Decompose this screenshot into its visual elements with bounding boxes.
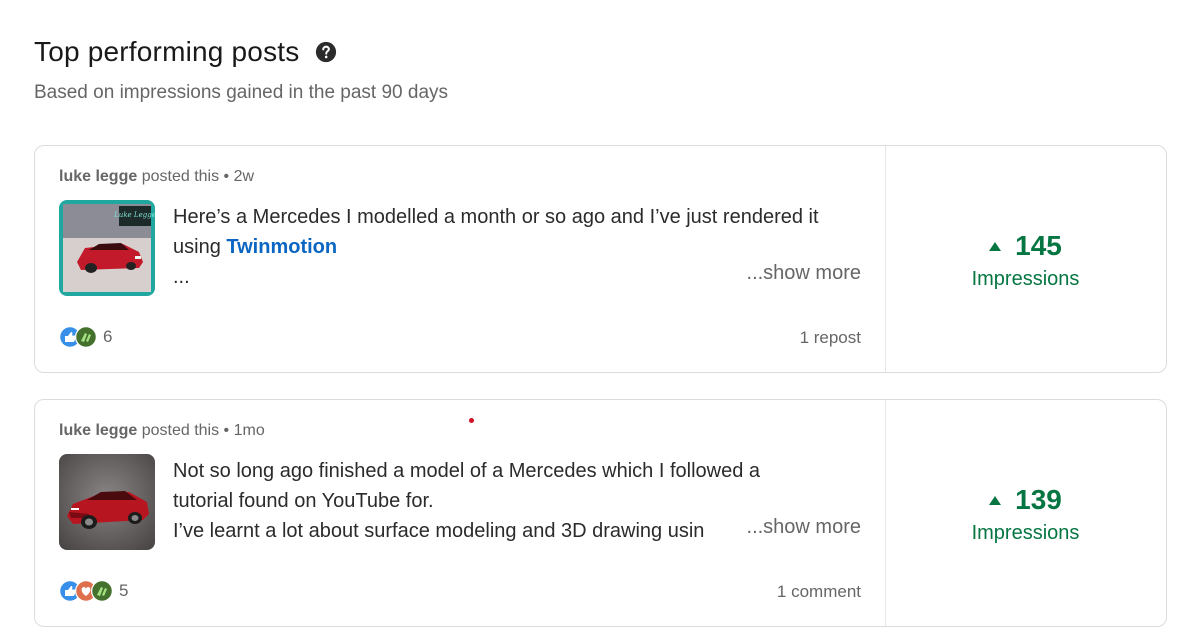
impressions-stat: 139 Impressions: [885, 484, 1166, 545]
title-text: Top performing posts: [34, 36, 300, 67]
reactions[interactable]: 6: [59, 326, 112, 348]
impressions-number: 145: [1015, 230, 1062, 261]
render-car-image: Luke Legge: [59, 200, 155, 296]
post-time: 2w: [233, 168, 255, 185]
post-thumbnail[interactable]: [59, 454, 155, 550]
celebrate-reaction-icon: [75, 326, 97, 348]
post-time: 1mo: [233, 422, 265, 439]
show-more-link[interactable]: ...show more: [740, 516, 861, 539]
post-card[interactable]: luke legge posted this • 1mo Not so long…: [34, 399, 1167, 627]
impressions-label: Impressions: [971, 268, 1080, 290]
post-text-fragment: using: [173, 236, 227, 258]
reactions-count[interactable]: 5: [119, 581, 128, 601]
post-meta: luke legge posted this • 1mo: [59, 422, 265, 440]
celebrate-reaction-icon: [91, 580, 113, 602]
post-author[interactable]: luke legge: [59, 422, 137, 439]
impressions-value: 139: [885, 484, 1166, 516]
model-car-image: [59, 454, 155, 550]
post-text-line: Here’s a Mercedes I modelled a month or …: [173, 206, 819, 228]
show-more-link[interactable]: ...show more: [740, 262, 861, 285]
hashtag-link[interactable]: Twinmotion: [226, 236, 337, 258]
page-subtitle: Based on impressions gained in the past …: [34, 82, 449, 103]
impressions-label: Impressions: [971, 522, 1080, 544]
up-triangle-icon: [989, 495, 1002, 505]
impressions-panel[interactable]: 145 Impressions: [885, 146, 1166, 372]
post-text-line: Not so long ago finished a model of a Me…: [173, 460, 761, 482]
post-meta: luke legge posted this • 2w: [59, 168, 254, 186]
up-triangle-icon: [989, 241, 1002, 251]
impressions-stat: 145 Impressions: [885, 230, 1166, 291]
reposts-count[interactable]: 1 repost: [800, 328, 861, 348]
meta-separator: •: [223, 168, 230, 185]
post-text-line: I’ve learnt a lot about surface modeling…: [173, 520, 705, 542]
post-card[interactable]: luke legge posted this • 2w Luke Legge H…: [34, 145, 1167, 373]
impressions-value: 145: [885, 230, 1166, 262]
page-title: Top performing posts: [34, 36, 337, 68]
reactions[interactable]: 5: [59, 580, 128, 602]
post-text-line: tutorial found on YouTube for.: [173, 490, 434, 512]
post-content[interactable]: luke legge posted this • 1mo Not so long…: [35, 400, 886, 626]
post-content[interactable]: luke legge posted this • 2w Luke Legge H…: [35, 146, 886, 372]
post-text-line: using Twinmotion: [173, 232, 863, 262]
cursor-dot: [469, 418, 474, 423]
posted-label: posted this: [141, 422, 220, 439]
post-author[interactable]: luke legge: [59, 168, 137, 185]
meta-separator: •: [223, 422, 230, 439]
impressions-panel[interactable]: 139 Impressions: [885, 400, 1166, 626]
comments-count[interactable]: 1 comment: [777, 582, 861, 602]
watermark-text: Luke Legge: [113, 211, 155, 219]
help-icon[interactable]: [315, 41, 337, 63]
impressions-number: 139: [1015, 484, 1062, 515]
posted-label: posted this: [141, 168, 220, 185]
reactions-count[interactable]: 6: [103, 327, 112, 347]
post-thumbnail[interactable]: Luke Legge: [59, 200, 155, 296]
